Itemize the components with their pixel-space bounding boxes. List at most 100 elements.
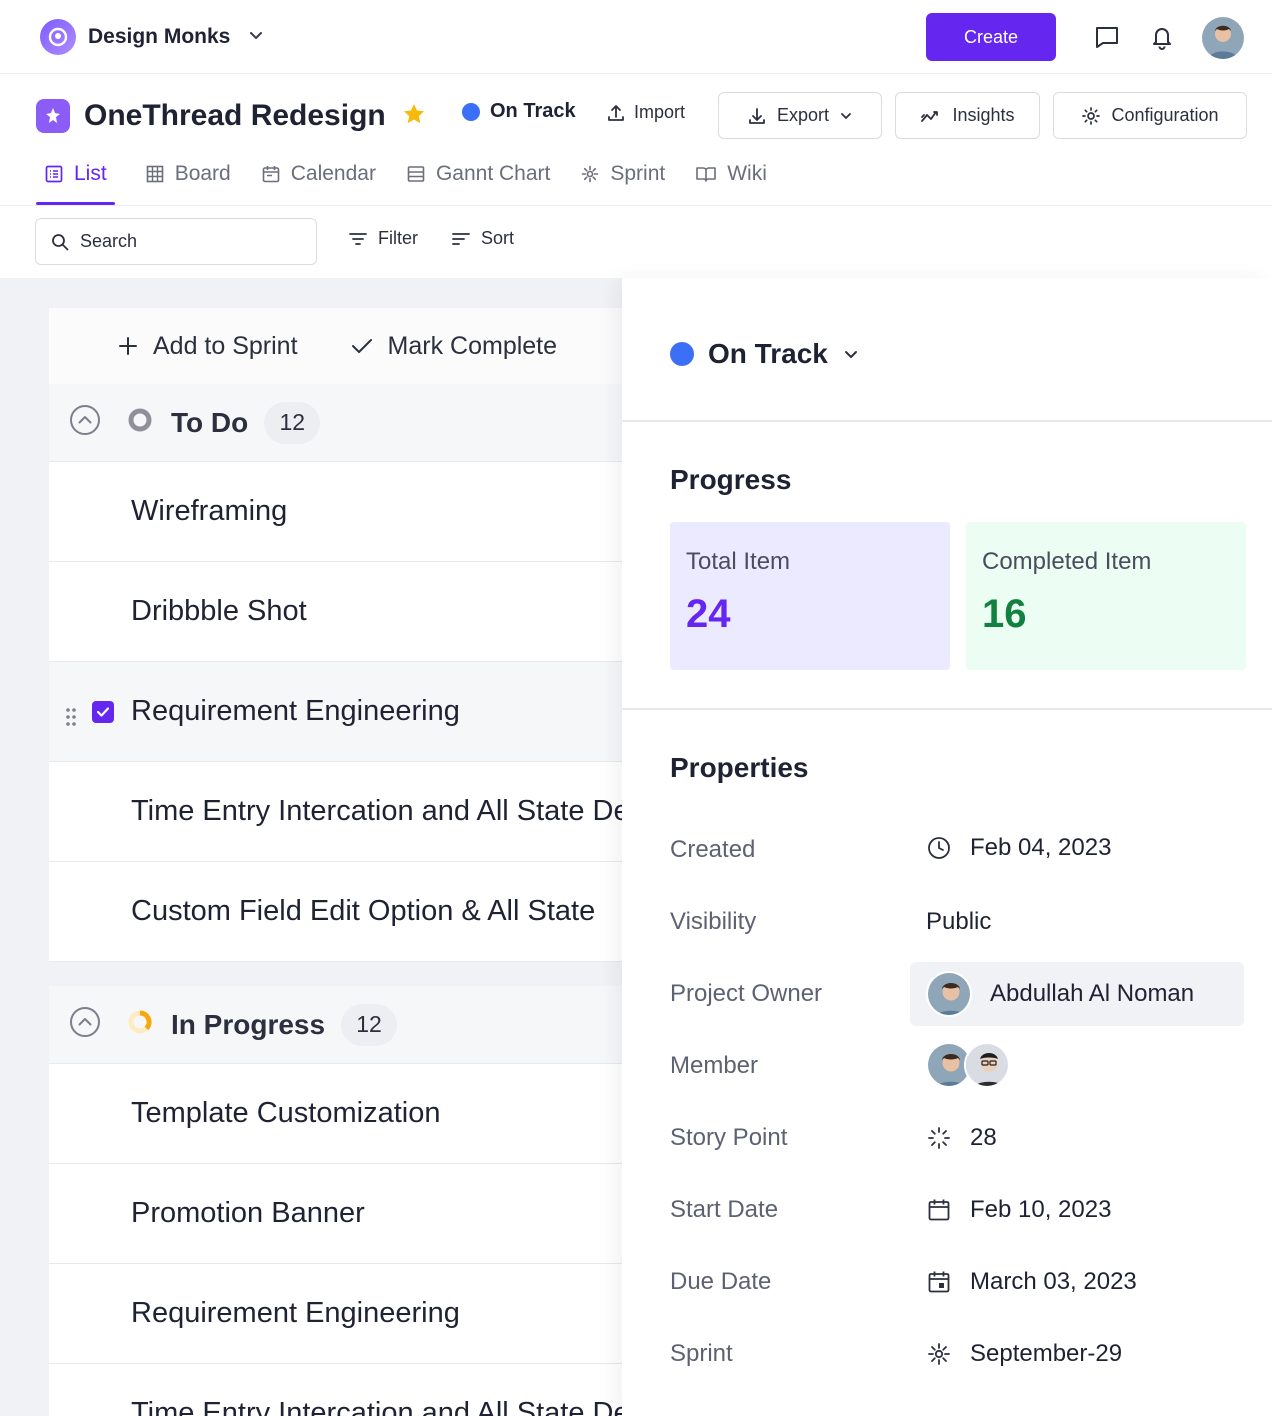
completed-item-card: Completed Item 16: [966, 522, 1246, 670]
star-icon[interactable]: [402, 102, 426, 131]
configuration-button[interactable]: Configuration: [1053, 92, 1247, 139]
chevron-down-icon: [841, 112, 851, 119]
owner-selector[interactable]: Abdullah Al Noman: [910, 962, 1244, 1026]
completed-item-value: 16: [982, 592, 1027, 636]
divider: [622, 420, 1272, 422]
tab-gantt-chart[interactable]: Gannt Chart: [406, 150, 550, 198]
task-title: Custom Field Edit Option & All State: [131, 895, 596, 927]
configuration-label: Configuration: [1111, 105, 1219, 125]
tab-label: Sprint: [610, 162, 666, 185]
visibility-value[interactable]: Public: [926, 908, 991, 936]
project-status[interactable]: On Track: [462, 100, 576, 123]
member-avatars[interactable]: [926, 1042, 1010, 1088]
task-row[interactable]: Time Entry Intercation and All State Des…: [49, 762, 622, 862]
insights-button[interactable]: Insights: [895, 92, 1040, 139]
list-icon: [45, 165, 63, 183]
tab-label: Calendar: [290, 162, 376, 185]
task-checkbox[interactable]: [92, 701, 114, 723]
calendar-icon: [928, 1199, 950, 1221]
properties-title: Properties: [670, 752, 809, 783]
owner-name: Abdullah Al Noman: [990, 980, 1195, 1007]
task-row[interactable]: Promotion Banner: [49, 1164, 622, 1264]
export-label: Export: [776, 105, 830, 125]
member-avatar: [964, 1042, 1010, 1088]
tab-label: Gannt Chart: [435, 162, 551, 185]
sprint-name: September-29: [970, 1340, 1123, 1367]
sprint-label: Sprint: [670, 1340, 733, 1367]
start-date-label: Start Date: [670, 1196, 779, 1223]
group-title: To Do: [171, 406, 249, 438]
story-point-value: 28: [926, 1124, 997, 1152]
divider: [622, 708, 1272, 710]
task-list: Add to Sprint Mark Complete To Do 12 Wir…: [49, 308, 622, 1416]
group-header-todo: To Do 12: [49, 384, 622, 462]
tab-calendar[interactable]: Calendar: [261, 150, 376, 198]
bulk-actions-bar: Add to Sprint Mark Complete: [49, 308, 622, 384]
chat-icon[interactable]: [1092, 22, 1122, 52]
story-point-number: 28: [970, 1124, 997, 1151]
sprint-icon: [928, 1343, 950, 1365]
gear-icon: [1082, 106, 1101, 125]
search-box[interactable]: [35, 218, 317, 265]
user-avatar[interactable]: [1202, 17, 1244, 59]
task-row[interactable]: Wireframing: [49, 462, 622, 562]
tab-label: Wiki: [727, 162, 767, 185]
insights-icon: [921, 110, 939, 122]
check-icon: [351, 339, 372, 353]
status-dropdown[interactable]: On Track: [670, 338, 860, 370]
task-row[interactable]: Template Customization: [49, 1064, 622, 1164]
due-date-label: Due Date: [670, 1268, 772, 1295]
task-row[interactable]: Requirement Engineering: [49, 662, 622, 762]
total-item-card: Total Item 24: [670, 522, 950, 670]
sprint-icon: [582, 165, 599, 183]
member-label: Member: [670, 1052, 759, 1079]
workspace-switcher[interactable]: Design Monks: [40, 19, 264, 55]
tab-board[interactable]: Board: [145, 150, 231, 198]
completed-item-label: Completed Item: [982, 548, 1152, 575]
status-dot-icon: [462, 102, 480, 121]
add-to-sprint-button[interactable]: Add to Sprint: [117, 332, 298, 361]
todo-status-icon: [127, 407, 153, 438]
created-date: Feb 04, 2023: [970, 834, 1112, 861]
filter-button[interactable]: Filter: [348, 228, 418, 249]
bell-icon[interactable]: [1147, 22, 1177, 52]
collapse-toggle-icon[interactable]: [69, 404, 101, 441]
task-row[interactable]: Dribbble Shot: [49, 562, 622, 662]
drag-handle-icon[interactable]: [65, 702, 77, 735]
loader-icon: [928, 1127, 950, 1149]
due-date-value[interactable]: March 03, 2023: [926, 1268, 1137, 1296]
mark-complete-button[interactable]: Mark Complete: [350, 331, 558, 361]
tab-list[interactable]: List: [36, 150, 115, 205]
create-button[interactable]: Create: [926, 13, 1056, 61]
total-item-value: 24: [686, 592, 731, 636]
tab-wiki[interactable]: Wiki: [695, 150, 767, 198]
status-label: On Track: [708, 338, 828, 369]
created-value: Feb 04, 2023: [926, 834, 1111, 862]
wiki-icon: [696, 167, 717, 182]
upload-icon: [608, 104, 624, 121]
mark-complete-label: Mark Complete: [387, 331, 558, 360]
task-title: Template Customization: [131, 1097, 441, 1129]
search-input[interactable]: [80, 231, 300, 252]
tab-sprint[interactable]: Sprint: [580, 150, 665, 198]
filter-icon: [349, 232, 367, 245]
project-header: OneThread Redesign: [36, 92, 426, 140]
start-date-value[interactable]: Feb 10, 2023: [926, 1196, 1111, 1224]
project-icon: [36, 99, 70, 133]
workspace-logo-icon: [40, 19, 76, 55]
group-separator: [49, 962, 622, 986]
task-row[interactable]: Time Entry Intercation and All State Des…: [49, 1364, 622, 1416]
tabs-divider: [0, 205, 1272, 206]
progress-title: Progress: [670, 464, 792, 495]
task-row[interactable]: Custom Field Edit Option & All State: [49, 862, 622, 962]
task-row[interactable]: Requirement Engineering: [49, 1264, 622, 1364]
sort-button[interactable]: Sort: [451, 228, 514, 249]
collapse-toggle-icon[interactable]: [69, 1006, 101, 1043]
task-title: Promotion Banner: [131, 1197, 365, 1229]
sprint-value[interactable]: September-29: [926, 1340, 1122, 1368]
import-button[interactable]: Import: [606, 102, 685, 123]
project-status-label: On Track: [490, 100, 576, 122]
start-date: Feb 10, 2023: [970, 1196, 1112, 1223]
export-button[interactable]: Export: [718, 92, 882, 139]
project-title: OneThread Redesign: [84, 99, 386, 132]
